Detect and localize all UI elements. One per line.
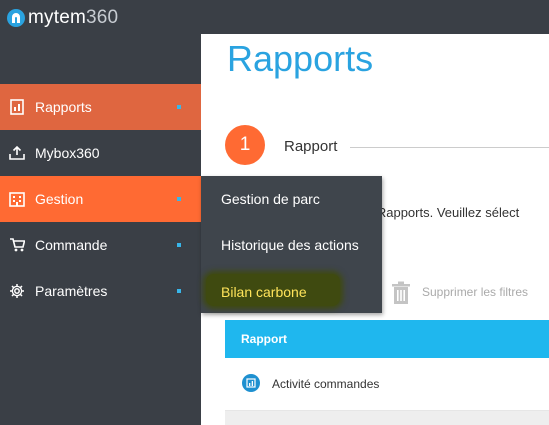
- remove-filters-button[interactable]: Supprimer les filtres: [422, 285, 528, 299]
- top-bar: [201, 0, 549, 34]
- submenu-item-gestion-de-parc[interactable]: Gestion de parc: [221, 191, 320, 207]
- row-label: Activité commandes: [272, 377, 380, 391]
- step-divider: [350, 147, 549, 148]
- table-row[interactable]: Activité commandes: [225, 358, 549, 411]
- sidebar-item-commande[interactable]: Commande: [0, 222, 201, 268]
- cart-icon: [9, 237, 25, 253]
- logo[interactable]: mytem360: [6, 4, 118, 32]
- logo-text: mytem360: [28, 7, 119, 28]
- indicator-dot: [177, 105, 181, 109]
- instruction-text: e Rapports. Veuillez sélect: [366, 205, 520, 220]
- submenu-item-historique-des-actions[interactable]: Historique des actions: [221, 237, 359, 253]
- gestion-submenu: Gestion de parc Historique des actions B…: [201, 176, 382, 313]
- report-icon: [242, 374, 260, 392]
- page-title: Rapports: [227, 38, 374, 79]
- logo-icon: [7, 9, 25, 27]
- sidebar-item-label: Rapports: [35, 99, 92, 115]
- inbox-tray-icon: [9, 145, 25, 161]
- sidebar: mytem360 Rapports Mybox360 Gestion Comma…: [0, 0, 201, 425]
- sidebar-item-label: Paramètres: [35, 283, 108, 299]
- gear-icon: [9, 283, 25, 299]
- sidebar-item-rapports[interactable]: Rapports: [0, 84, 201, 130]
- report-icon: [9, 99, 25, 115]
- sidebar-item-label: Gestion: [35, 191, 84, 207]
- submenu-item-bilan-carbone[interactable]: Bilan carbone: [221, 284, 307, 300]
- submenu-item-label: Bilan carbone: [221, 284, 307, 300]
- column-header-rapport[interactable]: Rapport: [241, 332, 287, 346]
- trash-icon[interactable]: [391, 281, 411, 305]
- indicator-dot: [177, 197, 181, 201]
- table-row-partial: [225, 411, 549, 425]
- indicator-dot: [177, 289, 181, 293]
- building-icon: [9, 191, 25, 207]
- sidebar-item-mybox360[interactable]: Mybox360: [0, 130, 201, 176]
- sidebar-item-label: Commande: [35, 237, 108, 253]
- step-number-badge: 1: [225, 125, 265, 165]
- table-header: Rapport: [225, 320, 549, 358]
- sidebar-item-label: Mybox360: [35, 145, 100, 161]
- step-label: Rapport: [284, 138, 338, 155]
- indicator-dot: [177, 243, 181, 247]
- sidebar-item-parametres[interactable]: Paramètres: [0, 268, 201, 314]
- sidebar-item-gestion[interactable]: Gestion: [0, 176, 201, 222]
